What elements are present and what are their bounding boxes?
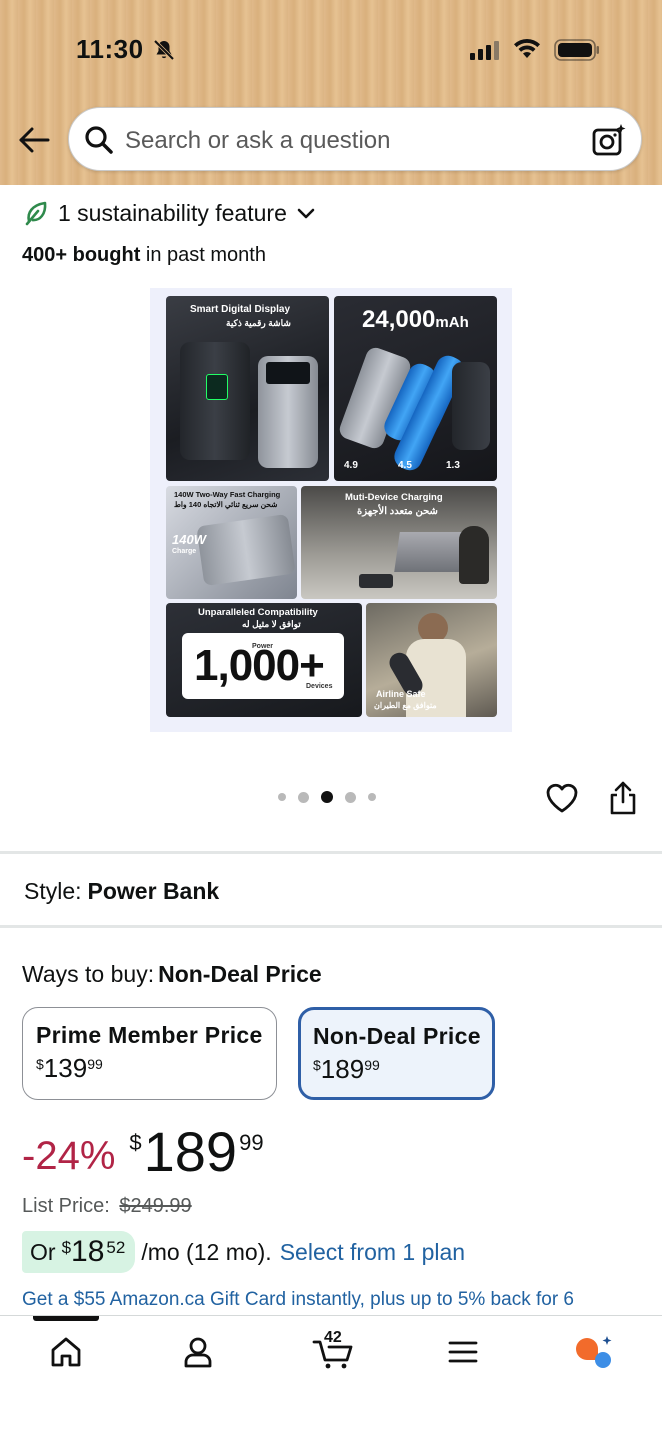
ways-selected: Non-Deal Price bbox=[158, 961, 322, 987]
carousel-dot[interactable] bbox=[368, 793, 376, 801]
tile-charging-subtitle: شحن سريع ثنائي الاتجاه 140 واط bbox=[174, 500, 278, 509]
header: 11:30 Search or ask a question bbox=[0, 0, 662, 185]
power-bank-on-desk bbox=[359, 574, 393, 588]
style-label: Style: bbox=[24, 878, 82, 904]
bell-slash-icon bbox=[153, 39, 175, 61]
tile-display-title: Smart Digital Display bbox=[190, 304, 291, 315]
power-bank-dark bbox=[452, 362, 490, 450]
bought-count: 400+ bought bbox=[22, 244, 141, 266]
carousel-dot[interactable] bbox=[278, 793, 286, 801]
option-non-deal-price[interactable]: Non-Deal Price $18999 bbox=[298, 1007, 495, 1100]
power-bank-front bbox=[180, 342, 250, 460]
capacity-value: 24,000mAh bbox=[362, 306, 469, 333]
search-bar[interactable]: Search or ask a question bbox=[68, 107, 642, 171]
person bbox=[459, 526, 489, 584]
monthly-whole: 18 bbox=[71, 1235, 105, 1268]
side-screen bbox=[266, 362, 310, 384]
leaf-icon bbox=[25, 201, 47, 226]
monthly-currency: $ bbox=[61, 1238, 72, 1257]
option-price: $18999 bbox=[313, 1054, 380, 1084]
tile-charging-title: 140W Two-Way Fast Charging bbox=[174, 490, 281, 499]
option-title: Prime Member Price bbox=[36, 1022, 263, 1048]
chevron-down-icon bbox=[297, 208, 315, 219]
menu-icon[interactable] bbox=[445, 1334, 481, 1370]
tile-multi-device: Muti-Device Charging شحن متعدد الأجهزة bbox=[301, 486, 497, 599]
wifi-icon bbox=[514, 38, 540, 58]
share-icon[interactable] bbox=[606, 780, 640, 816]
tile-airline-subtitle: متوافق مع الطيران bbox=[374, 701, 437, 710]
tile-compat-subtitle: توافق لا مثيل له bbox=[242, 619, 301, 629]
discount-percent: -24% bbox=[22, 1134, 116, 1178]
monthly-term: /mo (12 mo). bbox=[141, 1238, 272, 1265]
tile-airline-title: Airline Safe bbox=[376, 689, 426, 699]
cart-count-badge: 42 bbox=[324, 1329, 342, 1346]
section-divider bbox=[0, 851, 662, 854]
tile-smart-display: Smart Digital Display شاشة رقمية ذكية bbox=[166, 296, 329, 481]
back-arrow-icon[interactable] bbox=[16, 122, 52, 158]
rufus-assistant-icon[interactable] bbox=[574, 1334, 614, 1370]
option-prime-member-price[interactable]: Prime Member Price $13999 bbox=[22, 1007, 277, 1100]
stat-iphone: 4.9 bbox=[344, 460, 358, 471]
search-icon bbox=[85, 126, 113, 154]
tile-airline-safe: Airline Safe متوافق مع الطيران bbox=[366, 603, 497, 717]
cellular-signal-icon bbox=[470, 41, 499, 60]
tile-capacity: 24,000mAh 4.9 4.5 1.3 bbox=[334, 296, 497, 481]
ways-label: Ways to buy: bbox=[22, 961, 155, 987]
tile-display-subtitle: شاشة رقمية ذكية bbox=[226, 318, 291, 328]
price-fraction: 99 bbox=[239, 1130, 264, 1155]
carousel-dot[interactable] bbox=[345, 791, 356, 803]
camera-lens-icon[interactable] bbox=[591, 122, 627, 158]
bought-suffix: in past month bbox=[140, 244, 266, 266]
monthly-payment: Or $ 18 52 /mo (12 mo). Select from 1 pl… bbox=[22, 1231, 465, 1273]
option-title: Non-Deal Price bbox=[313, 1023, 481, 1049]
status-time: 11:30 bbox=[76, 34, 144, 64]
stat-macbook: 1.3 bbox=[446, 460, 460, 471]
list-price-label: List Price: bbox=[22, 1195, 110, 1217]
heart-icon[interactable] bbox=[544, 780, 580, 816]
style-selector[interactable]: Style: Power Bank bbox=[24, 878, 219, 905]
charging-badge-sub: Charge bbox=[172, 548, 197, 555]
search-input[interactable]: Search or ask a question bbox=[125, 127, 391, 155]
sustainability-label: 1 sustainability feature bbox=[58, 199, 287, 226]
compat-devices: Devices bbox=[306, 683, 333, 690]
home-icon[interactable] bbox=[48, 1334, 84, 1370]
bought-in-past-month: 400+ bought in past month bbox=[22, 244, 266, 267]
price-whole: 189 bbox=[143, 1120, 238, 1183]
tile-fast-charging: 140W Two-Way Fast Charging شحن سريع ثنائ… bbox=[166, 486, 297, 599]
style-value: Power Bank bbox=[87, 878, 220, 904]
ways-to-buy-heading: Ways to buy: Non-Deal Price bbox=[22, 961, 322, 988]
tile-compat-title: Unparalleled Compatibility bbox=[198, 607, 318, 618]
product-image[interactable]: Smart Digital Display شاشة رقمية ذكية 24… bbox=[150, 288, 512, 732]
carousel-dot-active[interactable] bbox=[321, 791, 333, 803]
carousel-dot[interactable] bbox=[298, 791, 309, 803]
list-price: List Price: $249.99 bbox=[22, 1195, 192, 1218]
tile-multi-title: Muti-Device Charging bbox=[345, 492, 443, 503]
monthly-price-pill: Or $ 18 52 bbox=[22, 1231, 136, 1273]
battery-icon bbox=[554, 39, 599, 61]
sustainability-toggle[interactable]: 1 sustainability feature bbox=[24, 196, 317, 230]
monthly-fraction: 52 bbox=[106, 1238, 126, 1257]
stat-galaxy: 4.5 bbox=[398, 460, 412, 471]
section-divider bbox=[0, 925, 662, 928]
tile-compatibility: Unparalleled Compatibility توافق لا مثيل… bbox=[166, 603, 362, 717]
price-currency: $ bbox=[129, 1130, 142, 1155]
active-tab-indicator bbox=[33, 1316, 99, 1321]
display-screen bbox=[206, 374, 228, 400]
compat-power: Power bbox=[252, 643, 274, 650]
charging-badge: 140W bbox=[172, 532, 206, 547]
select-plan-link[interactable]: Select from 1 plan bbox=[280, 1239, 465, 1266]
monthly-or: Or bbox=[30, 1238, 56, 1265]
list-price-value: $249.99 bbox=[119, 1195, 192, 1217]
laptop bbox=[394, 532, 468, 572]
gift-card-offer-link[interactable]: Get a $55 Amazon.ca Gift Card instantly,… bbox=[22, 1289, 642, 1311]
image-carousel-dots[interactable] bbox=[278, 791, 376, 803]
option-price: $13999 bbox=[36, 1053, 103, 1083]
account-icon[interactable] bbox=[180, 1334, 216, 1370]
main-price: -24% $ 189 99 bbox=[22, 1124, 264, 1188]
tile-multi-subtitle: شحن متعدد الأجهزة bbox=[357, 506, 438, 517]
power-bank-angled bbox=[196, 513, 296, 587]
